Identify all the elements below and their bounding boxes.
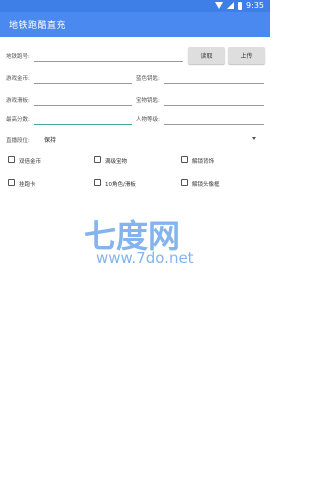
highscore-input[interactable] — [34, 124, 132, 126]
run-card-checkbox[interactable] — [8, 179, 15, 186]
battery-icon — [238, 1, 243, 10]
rank-label: 直播段位: — [6, 138, 30, 144]
keys-label: 蓝色钥匙: — [136, 76, 160, 82]
read-button[interactable]: 读取 — [188, 47, 225, 64]
account-label: 地铁跑号: — [6, 54, 30, 60]
upload-button[interactable]: 上传 — [228, 47, 265, 64]
treasure-keys-input[interactable] — [164, 105, 264, 106]
wifi-icon — [215, 2, 224, 9]
status-icons: 9:35 — [215, 1, 264, 10]
skateboards-label: 游戏滑板: — [6, 98, 30, 104]
run-card-label: 挂跑卡 — [19, 182, 36, 188]
account-input[interactable] — [34, 61, 183, 62]
coins-label: 游戏金币: — [6, 76, 30, 82]
status-bar: 9:35 — [0, 0, 270, 12]
max-treasure-checkbox[interactable] — [94, 156, 101, 163]
watermark-url: www.7do.net — [96, 249, 194, 267]
signal-icon — [227, 2, 235, 9]
double-coins-label: 双倍金币 — [19, 159, 42, 165]
status-time: 9:35 — [246, 1, 264, 10]
level-label: 人物等级: — [136, 117, 160, 123]
dropdown-arrow-icon — [252, 137, 256, 140]
skateboards-input[interactable] — [34, 105, 132, 106]
app-bar: 地铁跑酷直充 — [0, 12, 270, 37]
ten-characters-checkbox[interactable] — [94, 179, 101, 186]
ten-characters-label: 10角色/滑板 — [105, 182, 136, 188]
unlock-avatar-frame-checkbox[interactable] — [181, 179, 188, 186]
rank-dropdown[interactable]: 保持 — [40, 132, 264, 146]
highscore-label: 最高分数: — [6, 117, 30, 123]
app-title: 地铁跑酷直充 — [9, 21, 67, 31]
unlock-avatar-frame-label: 解锁头像框 — [192, 182, 220, 188]
level-input[interactable] — [164, 124, 264, 125]
double-coins-checkbox[interactable] — [8, 156, 15, 163]
coins-input[interactable] — [34, 83, 132, 84]
max-treasure-label: 满级宝物 — [105, 159, 128, 165]
unlock-backpack-label: 解锁背饰 — [192, 159, 215, 165]
keys-input[interactable] — [164, 83, 264, 84]
unlock-backpack-checkbox[interactable] — [181, 156, 188, 163]
rank-value: 保持 — [44, 137, 57, 144]
treasure-keys-label: 宝物钥匙: — [136, 98, 160, 104]
